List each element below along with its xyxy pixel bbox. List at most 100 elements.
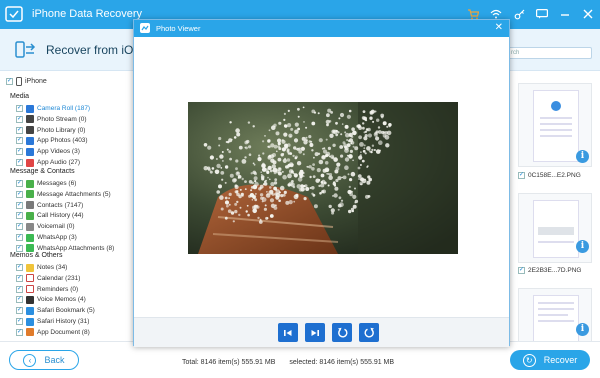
sidebar-item[interactable]: ✓ Photo Library (0) <box>16 126 85 135</box>
checkbox[interactable]: ✓ <box>16 115 23 123</box>
checkbox[interactable]: ✓ <box>16 137 23 145</box>
checkbox[interactable]: ✓ <box>16 296 23 304</box>
checkbox[interactable]: ✓ <box>16 264 23 271</box>
sidebar-item[interactable]: ✓ Call History (44) <box>16 211 84 220</box>
dialog-close-icon[interactable]: ✕ <box>495 22 503 34</box>
checkbox[interactable]: ✓ <box>16 318 23 325</box>
whatsapp-icon <box>26 233 34 242</box>
checkbox[interactable]: ✓ <box>16 285 23 293</box>
checkbox[interactable]: ✓ <box>16 328 23 336</box>
minimize-icon[interactable] <box>559 8 571 20</box>
sidebar-item-label: Safari Bookmark (5) <box>37 307 95 315</box>
app-document-icon <box>26 328 34 337</box>
sidebar-item[interactable]: ✓ Reminders (0) <box>16 285 78 294</box>
checkbox[interactable]: ✓ <box>16 105 23 112</box>
sidebar-item[interactable]: ✓ WhatsApp (3) <box>16 233 77 242</box>
checkbox[interactable]: ✓ <box>16 212 23 220</box>
contacts-icon <box>26 201 34 210</box>
sidebar-item-label: App Videos (3) <box>37 148 80 156</box>
photo-viewer-logo-icon <box>140 23 150 33</box>
checkbox[interactable]: ✓ <box>16 190 23 198</box>
thumbnail-card[interactable]: i <box>518 193 592 263</box>
thumbnail-label: ✓ 0C158E...E2.PNG <box>518 172 581 179</box>
section-title: Media <box>10 93 30 100</box>
thumbnail-label: ✓ 2E2B3E...7D.PNG <box>518 267 582 274</box>
sidebar-item[interactable]: ✓ Notes (34) <box>16 263 67 272</box>
app-videos-icon <box>26 147 34 156</box>
sidebar-item-label: Camera Roll (187) <box>37 105 91 112</box>
rotate-right-icon[interactable] <box>359 323 379 342</box>
checkbox[interactable]: ✓ <box>16 159 23 166</box>
sidebar-item[interactable]: ✓ Calendar (231) <box>16 274 80 283</box>
info-icon[interactable]: i <box>576 150 589 163</box>
checkbox[interactable]: ✓ <box>16 234 23 241</box>
sidebar-item[interactable]: ✓ Contacts (7147) <box>16 201 83 210</box>
thumbnail-card[interactable]: i <box>518 83 592 167</box>
sidebar-item-label: WhatsApp (3) <box>37 234 77 241</box>
sidebar-item[interactable]: ✓ Message Attachments (5) <box>16 190 111 199</box>
device-label: iPhone <box>25 78 47 85</box>
feedback-icon[interactable] <box>536 8 548 20</box>
device-root[interactable]: ✓ iPhone <box>6 77 47 86</box>
sidebar-item-label: Voicemail (0) <box>37 223 75 231</box>
checkbox[interactable]: ✓ <box>16 274 23 282</box>
sidebar-item[interactable]: ✓ Safari Bookmark (5) <box>16 306 95 315</box>
sidebar-item[interactable]: ✓ Camera Roll (187) <box>16 104 90 113</box>
sidebar-item[interactable]: ✓ Photo Stream (0) <box>16 115 87 124</box>
section-title: Message & Contacts <box>10 168 75 175</box>
sidebar-item-label: Safari History (31) <box>37 318 90 325</box>
recover-icon: ↻ <box>522 353 536 367</box>
sidebar-item[interactable]: ✓ Messages (6) <box>16 179 76 188</box>
sidebar-item-label: App Photos (403) <box>37 137 88 145</box>
sidebar-item[interactable]: ✓ Voice Memos (4) <box>16 295 86 304</box>
recover-button[interactable]: ↻ Recover <box>510 350 590 370</box>
checkbox[interactable]: ✓ <box>16 244 23 252</box>
iphone-icon <box>16 77 22 86</box>
checkbox[interactable]: ✓ <box>16 180 23 187</box>
sidebar-item[interactable]: ✓ Safari History (31) <box>16 317 89 326</box>
selected-text: selected: 8146 item(s) 555.91 MB <box>289 359 395 366</box>
sidebar-item-label: Message Attachments (5) <box>37 190 111 198</box>
first-icon[interactable] <box>278 323 298 342</box>
sidebar-item-label: Contacts (7147) <box>37 201 84 209</box>
call-history-icon <box>26 211 34 220</box>
sidebar-item[interactable]: ✓ App Audio (27) <box>16 158 80 167</box>
app-audio-icon <box>26 158 34 167</box>
rotate-left-icon[interactable] <box>332 323 352 342</box>
photo-preview <box>188 102 458 254</box>
info-icon[interactable]: i <box>576 323 589 336</box>
sidebar-item[interactable]: ✓ App Videos (3) <box>16 147 80 156</box>
sidebar-item[interactable]: ✓ Voicemail (0) <box>16 222 75 231</box>
checkbox[interactable]: ✓ <box>518 172 525 179</box>
app-logo-icon <box>5 6 23 22</box>
sidebar-item-label: Messages (6) <box>37 180 77 187</box>
back-button[interactable]: ‹ Back <box>9 350 79 370</box>
reminders-icon <box>26 285 34 294</box>
sidebar-item-label: Notes (34) <box>37 264 68 271</box>
checkbox[interactable]: ✓ <box>16 307 23 315</box>
calendar-icon <box>26 274 34 283</box>
app-title: iPhone Data Recovery <box>32 8 143 20</box>
thumbnail-grid: i ✓ 0C158E...E2.PNG i ✓ 2E2B3E...7D.PNG … <box>510 83 600 344</box>
sidebar-item-label: Call History (44) <box>37 212 84 220</box>
key-icon[interactable] <box>513 8 525 20</box>
photo-viewer-dialog: Photo Viewer ✕ <box>133 19 510 347</box>
checkbox[interactable]: ✓ <box>16 148 23 156</box>
safari-bookmark-icon <box>26 306 34 315</box>
close-icon[interactable] <box>582 8 594 20</box>
sidebar-item[interactable]: ✓ App Document (8) <box>16 328 90 337</box>
checkbox[interactable]: ✓ <box>16 201 23 209</box>
notes-icon <box>26 263 34 272</box>
checkbox[interactable]: ✓ <box>16 126 23 134</box>
info-icon[interactable]: i <box>576 240 589 253</box>
dialog-title: Photo Viewer <box>156 24 201 33</box>
total-text: Total: 8146 item(s) 555.91 MB <box>182 359 276 366</box>
sidebar-item[interactable]: ✓ App Photos (403) <box>16 136 88 145</box>
checkbox[interactable]: ✓ <box>6 78 13 85</box>
thumbnail-card[interactable]: i <box>518 288 592 344</box>
next-icon[interactable] <box>305 323 325 342</box>
checkbox[interactable]: ✓ <box>16 223 23 231</box>
sidebar-item-label: Voice Memos (4) <box>37 296 86 304</box>
checkbox[interactable]: ✓ <box>518 267 525 274</box>
search-input[interactable]: rch <box>508 47 592 59</box>
